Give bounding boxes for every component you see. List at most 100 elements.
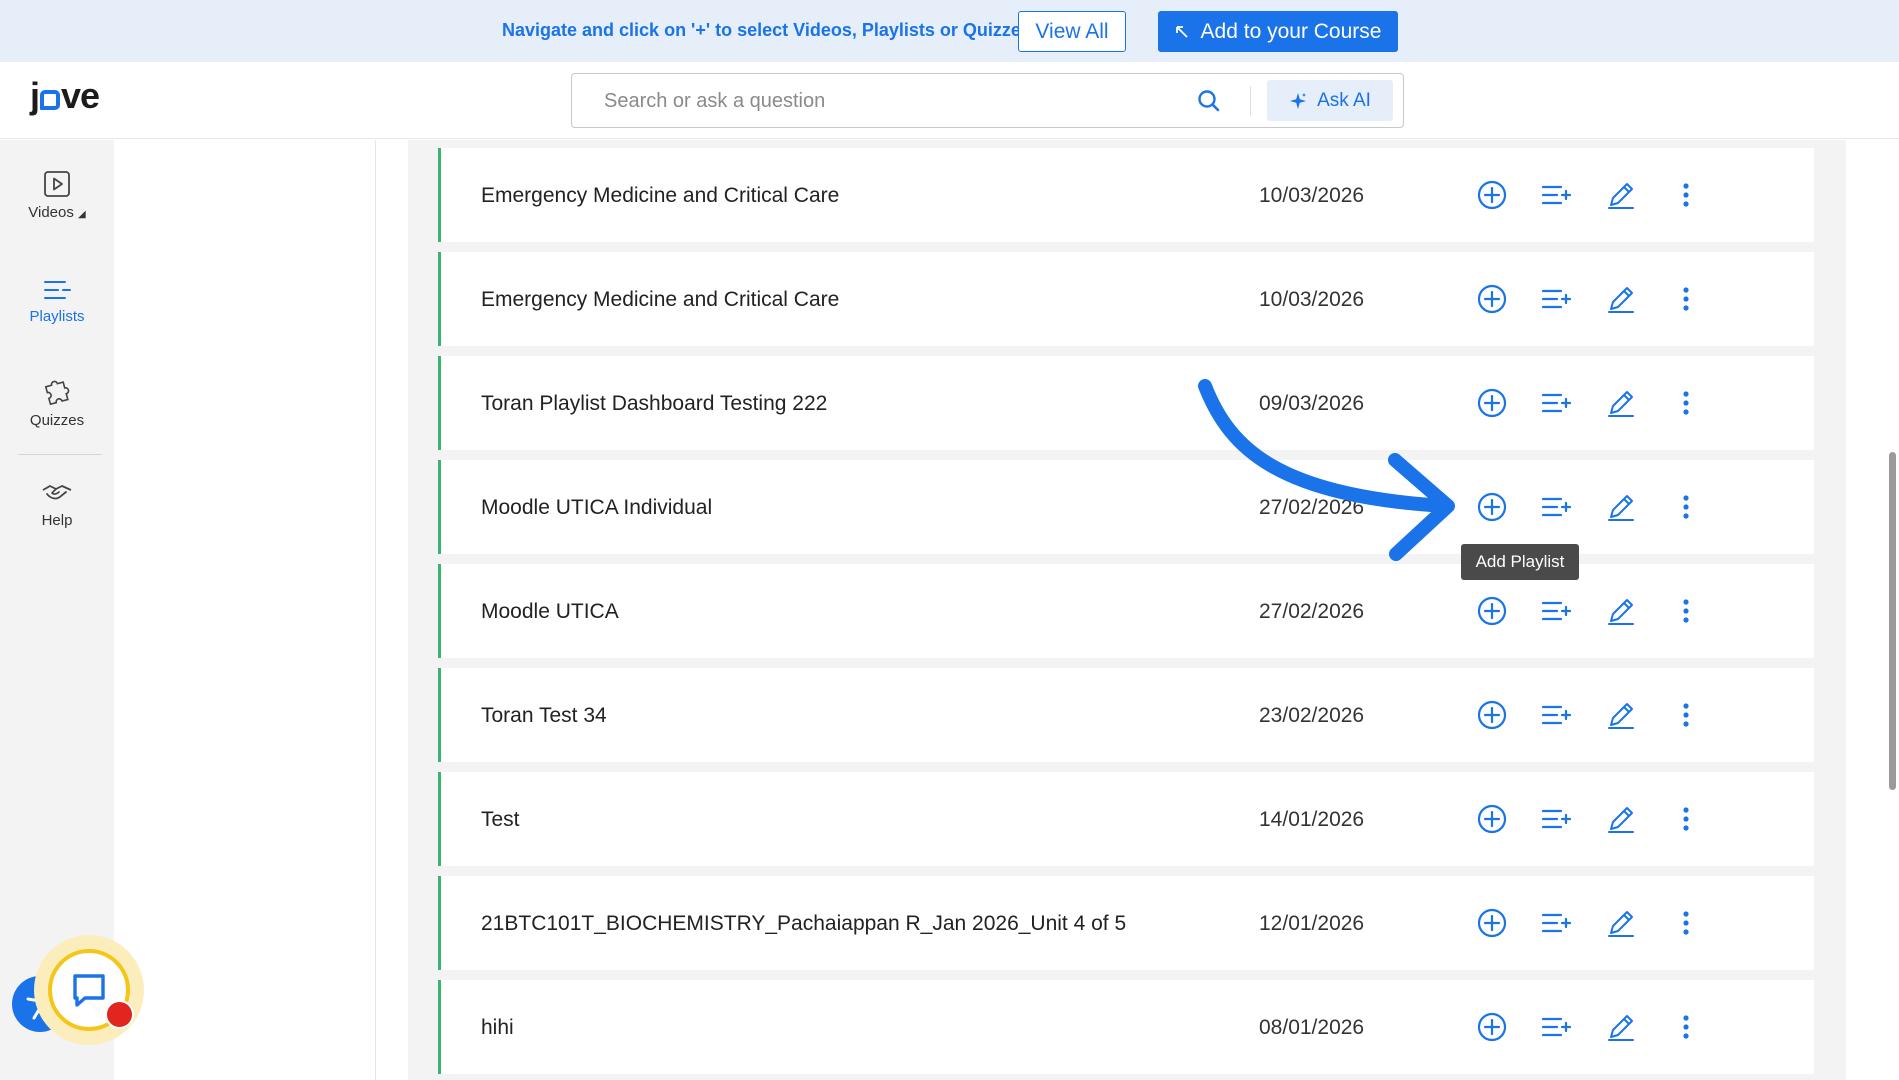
playlist-row[interactable]: Emergency Medicine and Critical Care 10/0… bbox=[438, 148, 1814, 242]
chat-notification-badge bbox=[105, 1000, 134, 1029]
playlist-row[interactable]: Emergency Medicine and Critical Care 10/0… bbox=[438, 252, 1814, 346]
puzzle-icon bbox=[44, 380, 70, 406]
add-playlist-button[interactable] bbox=[1474, 697, 1510, 733]
plus-circle-icon bbox=[1477, 492, 1507, 522]
more-options-button[interactable] bbox=[1668, 177, 1704, 213]
add-playlist-button[interactable] bbox=[1474, 593, 1510, 629]
playlist-add-icon bbox=[1541, 184, 1571, 206]
plus-circle-icon bbox=[1477, 388, 1507, 418]
more-options-button[interactable] bbox=[1668, 593, 1704, 629]
playlist-row[interactable]: Moodle UTICA 27/02/2026 bbox=[438, 564, 1814, 658]
playlist-row[interactable]: hihi 08/01/2026 bbox=[438, 980, 1814, 1074]
nav-videos-text: Videos bbox=[28, 204, 74, 221]
playlist-row[interactable]: 21BTC101T_BIOCHEMISTRY_Pachaiappan R_Jan… bbox=[438, 876, 1814, 970]
edit-button[interactable] bbox=[1603, 1009, 1639, 1045]
playlist-date: 23/02/2026 bbox=[1259, 704, 1365, 727]
add-to-list-button[interactable] bbox=[1538, 177, 1574, 213]
more-options-button[interactable] bbox=[1668, 905, 1704, 941]
more-options-button[interactable] bbox=[1668, 281, 1704, 317]
playlist-title: Moodle UTICA Individual bbox=[481, 496, 713, 519]
more-vertical-icon bbox=[1682, 286, 1690, 312]
playlist-add-icon bbox=[1541, 704, 1571, 726]
nav-videos-label: Videos ◢ bbox=[28, 204, 85, 221]
playlist-date: 09/03/2026 bbox=[1259, 392, 1365, 415]
playlist-add-icon bbox=[1541, 1016, 1571, 1038]
edit-button[interactable] bbox=[1603, 905, 1639, 941]
playlist-row[interactable]: Moodle UTICA Individual 27/02/2026 bbox=[438, 460, 1814, 554]
add-to-list-button[interactable] bbox=[1538, 593, 1574, 629]
playlist-row[interactable]: Test 14/01/2026 bbox=[438, 772, 1814, 866]
sparkle-icon bbox=[1290, 92, 1307, 109]
more-options-button[interactable] bbox=[1668, 1009, 1704, 1045]
nav-item-help[interactable]: Help bbox=[0, 480, 114, 529]
more-vertical-icon bbox=[1682, 806, 1690, 832]
add-to-list-button[interactable] bbox=[1538, 489, 1574, 525]
plus-circle-icon bbox=[1477, 1012, 1507, 1042]
more-options-button[interactable] bbox=[1668, 385, 1704, 421]
add-playlist-button[interactable] bbox=[1474, 801, 1510, 837]
more-options-button[interactable] bbox=[1668, 801, 1704, 837]
pencil-icon bbox=[1606, 492, 1636, 522]
search-divider bbox=[1250, 86, 1251, 116]
nav-item-playlists[interactable]: Playlists bbox=[0, 278, 114, 325]
playlist-title: Moodle UTICA bbox=[481, 600, 619, 623]
add-playlist-button[interactable] bbox=[1474, 489, 1510, 525]
edit-button[interactable] bbox=[1603, 489, 1639, 525]
add-to-list-button[interactable] bbox=[1538, 1009, 1574, 1045]
search-icon[interactable] bbox=[1196, 88, 1222, 114]
ask-ai-label: Ask AI bbox=[1317, 89, 1371, 111]
add-playlist-button[interactable] bbox=[1474, 281, 1510, 317]
add-to-list-button[interactable] bbox=[1538, 281, 1574, 317]
more-vertical-icon bbox=[1682, 702, 1690, 728]
page-scrollbar[interactable] bbox=[1889, 452, 1896, 790]
jove-logo[interactable]: j ve bbox=[30, 76, 100, 116]
playlist-date: 14/01/2026 bbox=[1259, 808, 1365, 831]
playlist-icon bbox=[44, 281, 71, 299]
add-playlist-button[interactable] bbox=[1474, 177, 1510, 213]
edit-button[interactable] bbox=[1603, 697, 1639, 733]
playlist-date: 27/02/2026 bbox=[1259, 600, 1365, 623]
plus-circle-icon bbox=[1477, 596, 1507, 626]
add-to-course-button[interactable]: Add to your Course bbox=[1158, 11, 1398, 52]
add-to-list-button[interactable] bbox=[1538, 905, 1574, 941]
edit-button[interactable] bbox=[1603, 281, 1639, 317]
playlist-row[interactable]: Toran Playlist Dashboard Testing 222 09/0… bbox=[438, 356, 1814, 450]
edit-button[interactable] bbox=[1603, 593, 1639, 629]
nav-item-quizzes[interactable]: Quizzes bbox=[0, 374, 114, 429]
search-input[interactable] bbox=[604, 88, 1144, 114]
playlist-title: Emergency Medicine and Critical Care bbox=[481, 184, 840, 207]
playlist-title: hihi bbox=[481, 1016, 514, 1039]
pencil-icon bbox=[1606, 596, 1636, 626]
ask-ai-button[interactable]: Ask AI bbox=[1267, 80, 1393, 121]
edit-button[interactable] bbox=[1603, 385, 1639, 421]
add-playlist-button[interactable] bbox=[1474, 905, 1510, 941]
nav-item-videos[interactable]: Videos ◢ bbox=[0, 170, 114, 221]
pencil-icon bbox=[1606, 180, 1636, 210]
playlist-add-icon bbox=[1541, 392, 1571, 414]
plus-circle-icon bbox=[1477, 180, 1507, 210]
playlist-title: Emergency Medicine and Critical Care bbox=[481, 288, 840, 311]
edit-button[interactable] bbox=[1603, 177, 1639, 213]
playlist-title: Toran Test 34 bbox=[481, 704, 607, 727]
add-to-list-button[interactable] bbox=[1538, 801, 1574, 837]
add-playlist-button[interactable] bbox=[1474, 385, 1510, 421]
add-playlist-button[interactable] bbox=[1474, 1009, 1510, 1045]
pencil-icon bbox=[1606, 700, 1636, 730]
playlist-list: Emergency Medicine and Critical Care 10/0… bbox=[408, 140, 1846, 1080]
arrow-up-left-icon bbox=[1175, 25, 1188, 38]
add-to-list-button[interactable] bbox=[1538, 697, 1574, 733]
playlist-title: Test bbox=[481, 808, 520, 831]
more-options-button[interactable] bbox=[1668, 489, 1704, 525]
playlist-row[interactable]: Toran Test 34 23/02/2026 bbox=[438, 668, 1814, 762]
search-bar: Ask AI bbox=[571, 73, 1404, 128]
playlist-title: Toran Playlist Dashboard Testing 222 bbox=[481, 392, 828, 415]
plus-circle-icon bbox=[1477, 284, 1507, 314]
plus-circle-icon bbox=[1477, 804, 1507, 834]
view-all-button[interactable]: View All bbox=[1018, 11, 1126, 52]
playlist-add-icon bbox=[1541, 600, 1571, 622]
playlist-date: 10/03/2026 bbox=[1259, 184, 1365, 207]
add-to-list-button[interactable] bbox=[1538, 385, 1574, 421]
edit-button[interactable] bbox=[1603, 801, 1639, 837]
pencil-icon bbox=[1606, 804, 1636, 834]
more-options-button[interactable] bbox=[1668, 697, 1704, 733]
